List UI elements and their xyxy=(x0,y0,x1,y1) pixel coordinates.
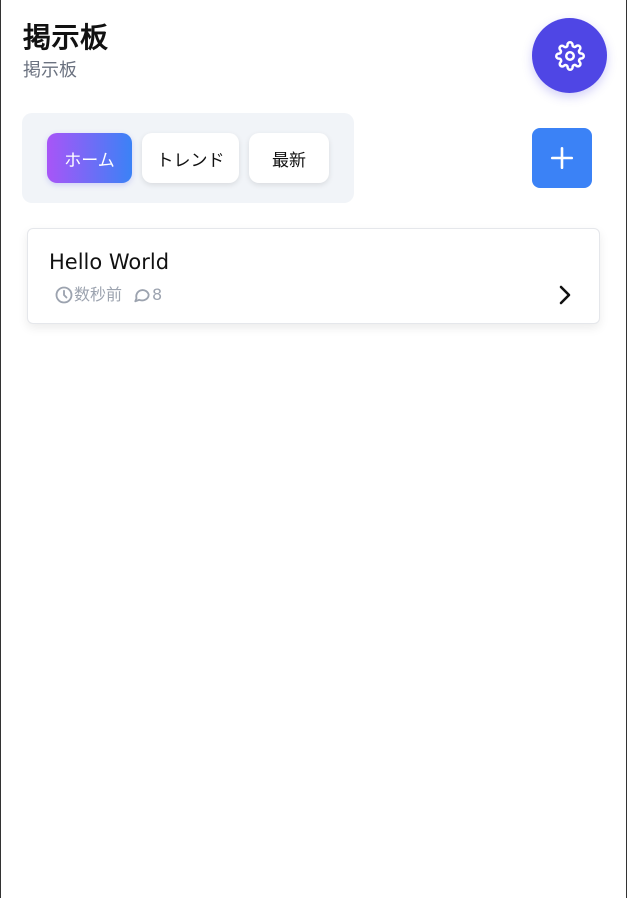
add-post-button[interactable] xyxy=(532,128,592,188)
app-frame: 掲示板 掲示板 ホーム トレンド 最新 Hello World 数秒前 8 xyxy=(0,0,627,898)
tab-bar: ホーム トレンド 最新 xyxy=(22,113,354,203)
post-title: Hello World xyxy=(49,250,170,274)
tab-trend[interactable]: トレンド xyxy=(142,133,239,183)
chevron-right-icon xyxy=(557,283,573,307)
page-header: 掲示板 掲示板 xyxy=(23,20,109,84)
page-subtitle: 掲示板 xyxy=(23,60,77,81)
comment-icon xyxy=(132,285,152,305)
tab-home[interactable]: ホーム xyxy=(47,133,132,183)
post-time: 数秒前 xyxy=(74,285,123,304)
plus-icon xyxy=(549,145,575,171)
post-card[interactable]: Hello World 数秒前 8 xyxy=(27,228,600,324)
tab-latest[interactable]: 最新 xyxy=(249,133,329,183)
comment-count: 8 xyxy=(152,285,163,304)
page-title: 掲示板 xyxy=(23,21,109,54)
post-meta: 数秒前 8 xyxy=(54,284,162,306)
gear-icon xyxy=(554,40,585,71)
clock-icon xyxy=(54,285,74,305)
settings-button[interactable] xyxy=(532,18,607,93)
